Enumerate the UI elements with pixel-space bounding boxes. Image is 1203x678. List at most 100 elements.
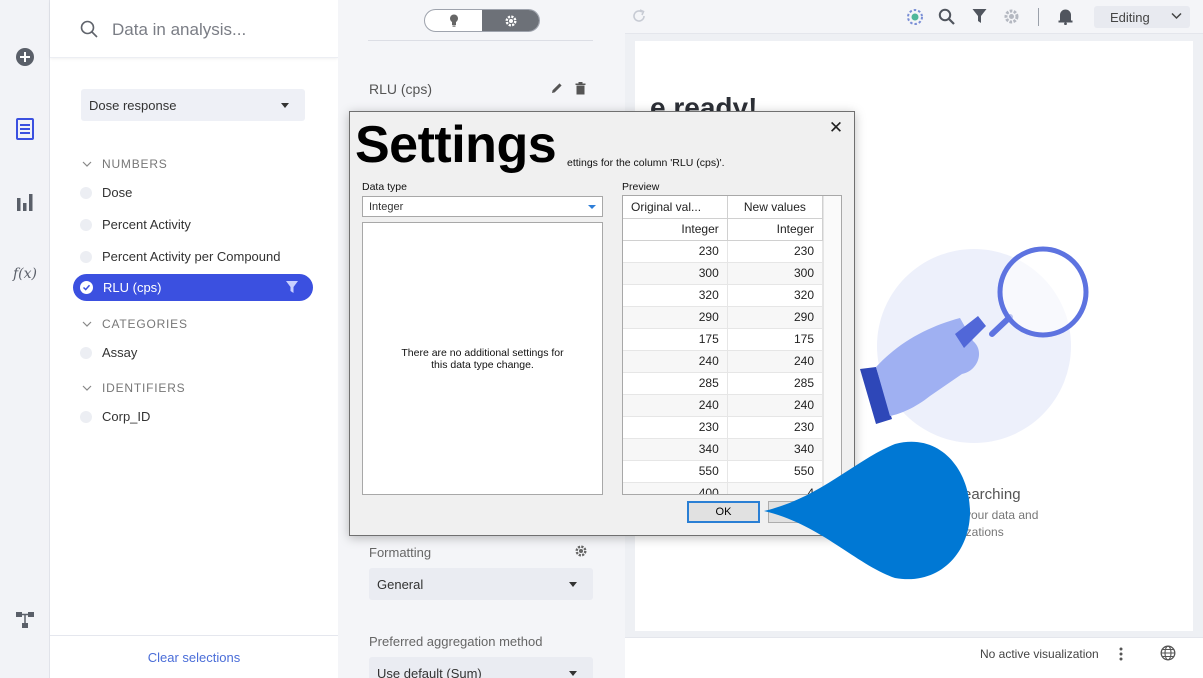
bell-icon[interactable] xyxy=(1058,8,1073,28)
info-text: this data type change. xyxy=(431,358,534,371)
chevron-down-icon xyxy=(588,205,596,209)
field-item[interactable]: Percent Activity per Compound xyxy=(80,249,280,264)
field-label: Assay xyxy=(102,345,138,360)
table-row: 320 320 xyxy=(623,284,824,307)
search-input[interactable] xyxy=(112,18,312,42)
trash-icon[interactable] xyxy=(575,82,586,98)
table-cell: 230 xyxy=(623,416,728,439)
status-bar: No active visualization xyxy=(625,637,1203,678)
hierarchy-icon[interactable] xyxy=(13,608,37,632)
search-icon xyxy=(80,20,98,41)
refresh-icon[interactable] xyxy=(631,8,647,27)
chevron-down-icon xyxy=(82,161,92,167)
column-header[interactable]: Original val... xyxy=(623,196,728,219)
aggregation-value: Use default (Sum) xyxy=(377,666,482,678)
table-cell: 285 xyxy=(623,372,728,395)
field-label: Percent Activity per Compound xyxy=(102,249,281,264)
gear-icon[interactable] xyxy=(482,10,539,31)
dialog-description: ettings for the column 'RLU (cps)'. xyxy=(567,157,725,169)
data-type-label: Data type xyxy=(362,181,407,193)
gear-icon[interactable] xyxy=(1003,8,1020,28)
add-icon[interactable] xyxy=(13,45,37,69)
field-item[interactable]: Dose xyxy=(80,185,132,200)
pointer-marker-icon xyxy=(764,441,970,580)
globe-icon[interactable] xyxy=(1160,645,1176,664)
table-cell: 320 xyxy=(727,284,824,307)
table-row: 240 240 xyxy=(623,350,824,373)
column-type: Integer xyxy=(623,218,728,241)
chevron-down-icon xyxy=(82,321,92,327)
table-cell: 300 xyxy=(623,262,728,285)
mode-select[interactable]: Editing xyxy=(1094,6,1190,28)
table-cell: 175 xyxy=(623,328,728,351)
aggregation-label: Preferred aggregation method xyxy=(369,634,543,649)
filter-icon[interactable] xyxy=(285,280,299,297)
more-options-icon[interactable] xyxy=(1119,646,1123,665)
table-row: 230 230 xyxy=(623,240,824,263)
pencil-icon[interactable] xyxy=(551,82,563,97)
field-item[interactable]: Percent Activity xyxy=(80,217,191,232)
info-text: There are no additional settings for xyxy=(401,346,564,359)
table-cell: 230 xyxy=(727,416,824,439)
formatting-value: General xyxy=(377,577,424,592)
table-row: 175 175 xyxy=(623,328,824,351)
toolbar-divider xyxy=(1038,8,1039,26)
table-cell: 240 xyxy=(623,394,728,417)
field-label: Corp_ID xyxy=(102,409,151,424)
function-icon[interactable]: f(x) xyxy=(13,262,37,286)
recommendations-icon[interactable] xyxy=(906,8,924,29)
table-cell: 240 xyxy=(727,350,824,373)
table-cell: 240 xyxy=(727,394,824,417)
field-label: RLU (cps) xyxy=(103,280,162,295)
search-icon[interactable] xyxy=(938,8,955,28)
table-row: 285 285 xyxy=(623,372,824,395)
section-label: IDENTIFIERS xyxy=(102,381,186,395)
section-label: CATEGORIES xyxy=(102,317,188,331)
dialog-title: Settings xyxy=(355,116,557,174)
lightbulb-icon[interactable] xyxy=(425,10,482,31)
data-table-icon[interactable] xyxy=(13,117,37,141)
table-cell: 285 xyxy=(727,372,824,395)
table-cell: 400 xyxy=(623,482,728,494)
data-type-info-box: There are no additional settings for thi… xyxy=(362,222,603,495)
data-type-select[interactable]: Integer xyxy=(362,196,603,217)
field-item[interactable]: Assay xyxy=(80,345,137,360)
gear-icon[interactable] xyxy=(574,544,588,561)
section-header-identifiers[interactable]: IDENTIFIERS xyxy=(82,381,185,395)
field-item-selected[interactable]: RLU (cps) xyxy=(73,274,313,301)
table-cell: 230 xyxy=(727,240,824,263)
field-label: Dose xyxy=(102,185,133,200)
ok-button[interactable]: OK xyxy=(687,501,760,523)
field-radio xyxy=(80,218,92,231)
preview-label: Preview xyxy=(622,181,660,193)
table-cell: 340 xyxy=(623,438,728,461)
table-row: 240 240 xyxy=(623,394,824,417)
clear-selections-link[interactable]: Clear selections xyxy=(50,635,338,678)
bar-chart-icon[interactable] xyxy=(13,190,37,214)
formatting-select[interactable]: General xyxy=(369,568,593,600)
column-header[interactable]: New values xyxy=(727,196,824,219)
status-text: No active visualization xyxy=(980,647,1099,661)
formatting-label: Formatting xyxy=(369,545,432,560)
section-header-numbers[interactable]: NUMBERS xyxy=(82,157,168,171)
field-radio xyxy=(80,186,92,199)
field-item[interactable]: Corp_ID xyxy=(80,409,150,424)
section-label: NUMBERS xyxy=(102,157,168,171)
searching-illustration xyxy=(860,246,1089,443)
panel-mode-toggle[interactable] xyxy=(424,9,540,32)
filter-icon[interactable] xyxy=(972,8,987,27)
table-row: 290 290 xyxy=(623,306,824,329)
chevron-down-icon xyxy=(1171,12,1182,20)
table-row: 230 230 xyxy=(623,416,824,439)
aggregation-select[interactable]: Use default (Sum) xyxy=(369,657,593,678)
table-cell: 290 xyxy=(727,306,824,329)
table-row: 300 300 xyxy=(623,262,824,285)
section-header-categories[interactable]: CATEGORIES xyxy=(82,317,188,331)
search-bar xyxy=(50,0,338,58)
column-name: RLU (cps) xyxy=(369,81,433,97)
table-select[interactable]: Dose response xyxy=(81,89,305,121)
close-icon[interactable]: ✕ xyxy=(826,118,846,138)
searching-heading: earching xyxy=(963,486,1021,503)
column-type: Integer xyxy=(727,218,824,241)
chevron-down-icon xyxy=(569,582,577,587)
